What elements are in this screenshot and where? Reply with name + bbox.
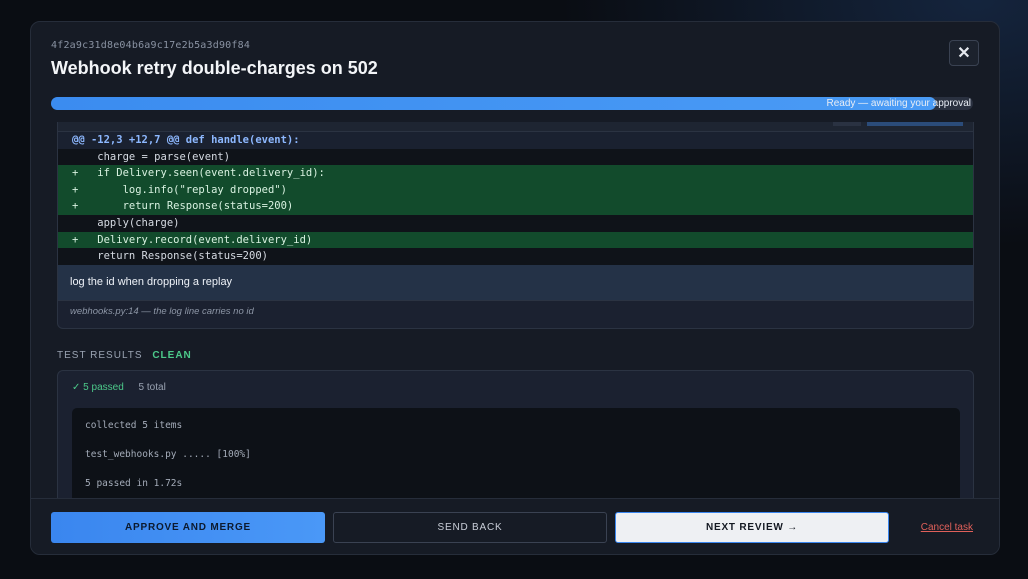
close-button[interactable]: ✕ (949, 40, 979, 66)
progress-fill (51, 97, 937, 110)
diff-line-added: + log.info("replay dropped") (58, 181, 973, 199)
review-modal: 4f2a9c31d8e04b6a9c17e2b5a3d90f84 Webhook… (30, 21, 1000, 555)
progress-bar: Ready — awaiting your approval (51, 97, 973, 110)
passed-count: 5 passed (83, 382, 124, 393)
review-comment[interactable]: log the id when dropping a replay (58, 264, 973, 300)
modal-footer: APPROVE AND MERGE SEND BACK NEXT REVIEW … (31, 498, 999, 554)
console-line: test_webhooks.py ..... [100%] (85, 449, 251, 460)
progress-label: Ready — awaiting your approval (826, 98, 971, 109)
comment-reference: webhooks.py:14 — the log line carries no… (58, 299, 973, 326)
total-count: 5 total (138, 382, 166, 393)
task-id: 4f2a9c31d8e04b6a9c17e2b5a3d90f84 (51, 40, 251, 51)
test-status-badge: CLEAN (152, 350, 192, 361)
diff-line-added: + return Response(status=200) (58, 198, 973, 215)
test-results-panel: ✓ 5 passed 5 total collected 5 items test… (57, 370, 974, 498)
diff-line-context: return Response(status=200) (58, 248, 973, 265)
diff-line-added: + if Delivery.seen(event.delivery_id): (58, 165, 973, 182)
test-summary: ✓ 5 passed 5 total (72, 382, 166, 393)
diff-line-context: apply(charge) (58, 214, 973, 232)
send-back-button[interactable]: SEND BACK (333, 512, 607, 543)
cancel-task-link[interactable]: Cancel task (921, 522, 973, 533)
diff-toolbar (58, 122, 973, 132)
diff-line-context: charge = parse(event) (58, 148, 973, 166)
check-icon: ✓ (72, 382, 81, 393)
diff-hunk-header: @@ -12,3 +12,7 @@ def handle(event): (58, 132, 973, 149)
diff-toolbar-button-primary[interactable] (867, 122, 963, 126)
test-results-label: TEST RESULTS (57, 350, 143, 361)
test-console-output: collected 5 items test_webhooks.py ..... … (72, 408, 960, 498)
modal-header: 4f2a9c31d8e04b6a9c17e2b5a3d90f84 Webhook… (51, 40, 979, 79)
review-scroll-area[interactable]: @@ -12,3 +12,7 @@ def handle(event): cha… (31, 122, 999, 498)
console-line: 5 passed in 1.72s (85, 478, 183, 489)
diff-toolbar-button[interactable] (833, 122, 861, 126)
approve-and-merge-button[interactable]: APPROVE AND MERGE (51, 512, 325, 543)
diff-line-added: + Delivery.record(event.delivery_id) (58, 231, 973, 249)
console-line: collected 5 items (85, 420, 183, 431)
close-icon: ✕ (957, 45, 971, 62)
next-review-button[interactable]: NEXT REVIEW → (615, 512, 889, 543)
test-results-heading: TEST RESULTS CLEAN (57, 350, 192, 361)
diff-panel: @@ -12,3 +12,7 @@ def handle(event): cha… (57, 122, 974, 329)
diff-code: @@ -12,3 +12,7 @@ def handle(event): cha… (58, 132, 973, 265)
task-title: Webhook retry double-charges on 502 (51, 58, 378, 78)
